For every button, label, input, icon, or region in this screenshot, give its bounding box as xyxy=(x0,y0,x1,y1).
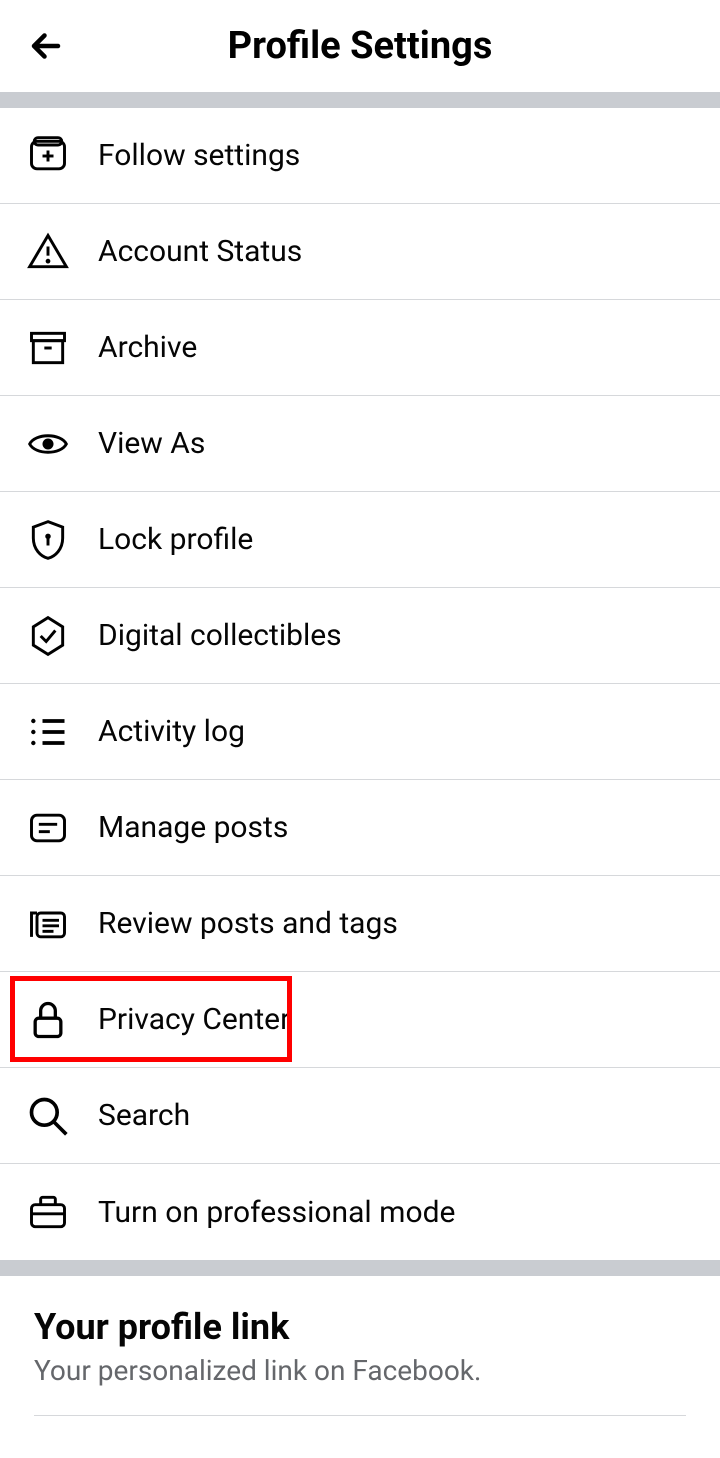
archive-box-icon xyxy=(24,324,72,372)
menu-item-label: Digital collectibles xyxy=(98,618,342,653)
menu-item-search[interactable]: Search xyxy=(0,1068,720,1164)
header: Profile Settings xyxy=(0,0,720,92)
search-icon xyxy=(24,1092,72,1140)
menu-item-view-as[interactable]: View As xyxy=(0,396,720,492)
menu-item-privacy-center[interactable]: Privacy Center xyxy=(0,972,720,1068)
menu-item-professional-mode[interactable]: Turn on professional mode xyxy=(0,1164,720,1260)
menu-item-label: Archive xyxy=(98,330,197,365)
section-divider xyxy=(34,1415,686,1416)
arrow-left-icon xyxy=(28,28,64,64)
menu-item-label: Activity log xyxy=(98,714,245,749)
post-card-icon xyxy=(24,804,72,852)
list-icon xyxy=(24,708,72,756)
menu-item-lock-profile[interactable]: Lock profile xyxy=(0,492,720,588)
menu-item-archive[interactable]: Archive xyxy=(0,300,720,396)
divider xyxy=(0,92,720,108)
stacked-posts-icon xyxy=(24,900,72,948)
briefcase-icon xyxy=(24,1188,72,1236)
menu-item-label: Manage posts xyxy=(98,810,288,845)
eye-icon xyxy=(24,420,72,468)
menu-item-label: Review posts and tags xyxy=(98,906,398,941)
menu-item-label: Privacy Center xyxy=(98,1002,290,1037)
profile-link-section: Your profile link Your personalized link… xyxy=(0,1276,720,1416)
hexagon-check-icon xyxy=(24,612,72,660)
menu-item-follow-settings[interactable]: Follow settings xyxy=(0,108,720,204)
menu-item-label: Follow settings xyxy=(98,138,300,173)
menu-item-label: Search xyxy=(98,1098,190,1133)
warning-triangle-icon xyxy=(24,228,72,276)
lock-icon xyxy=(24,996,72,1044)
menu-item-activity-log[interactable]: Activity log xyxy=(0,684,720,780)
menu-item-label: View As xyxy=(98,426,205,461)
menu-item-label: Account Status xyxy=(98,234,302,269)
back-button[interactable] xyxy=(28,28,64,64)
shield-key-icon xyxy=(24,516,72,564)
section-title: Your profile link xyxy=(34,1306,686,1348)
divider xyxy=(0,1260,720,1276)
follow-plus-icon xyxy=(24,132,72,180)
menu-item-label: Turn on professional mode xyxy=(98,1195,455,1230)
page-title: Profile Settings xyxy=(0,24,720,68)
menu-item-label: Lock profile xyxy=(98,522,253,557)
menu-item-digital-collectibles[interactable]: Digital collectibles xyxy=(0,588,720,684)
settings-menu: Follow settings Account Status Archive xyxy=(0,108,720,1260)
menu-item-account-status[interactable]: Account Status xyxy=(0,204,720,300)
menu-item-review-posts-tags[interactable]: Review posts and tags xyxy=(0,876,720,972)
menu-item-manage-posts[interactable]: Manage posts xyxy=(0,780,720,876)
section-subtitle: Your personalized link on Facebook. xyxy=(34,1354,686,1387)
